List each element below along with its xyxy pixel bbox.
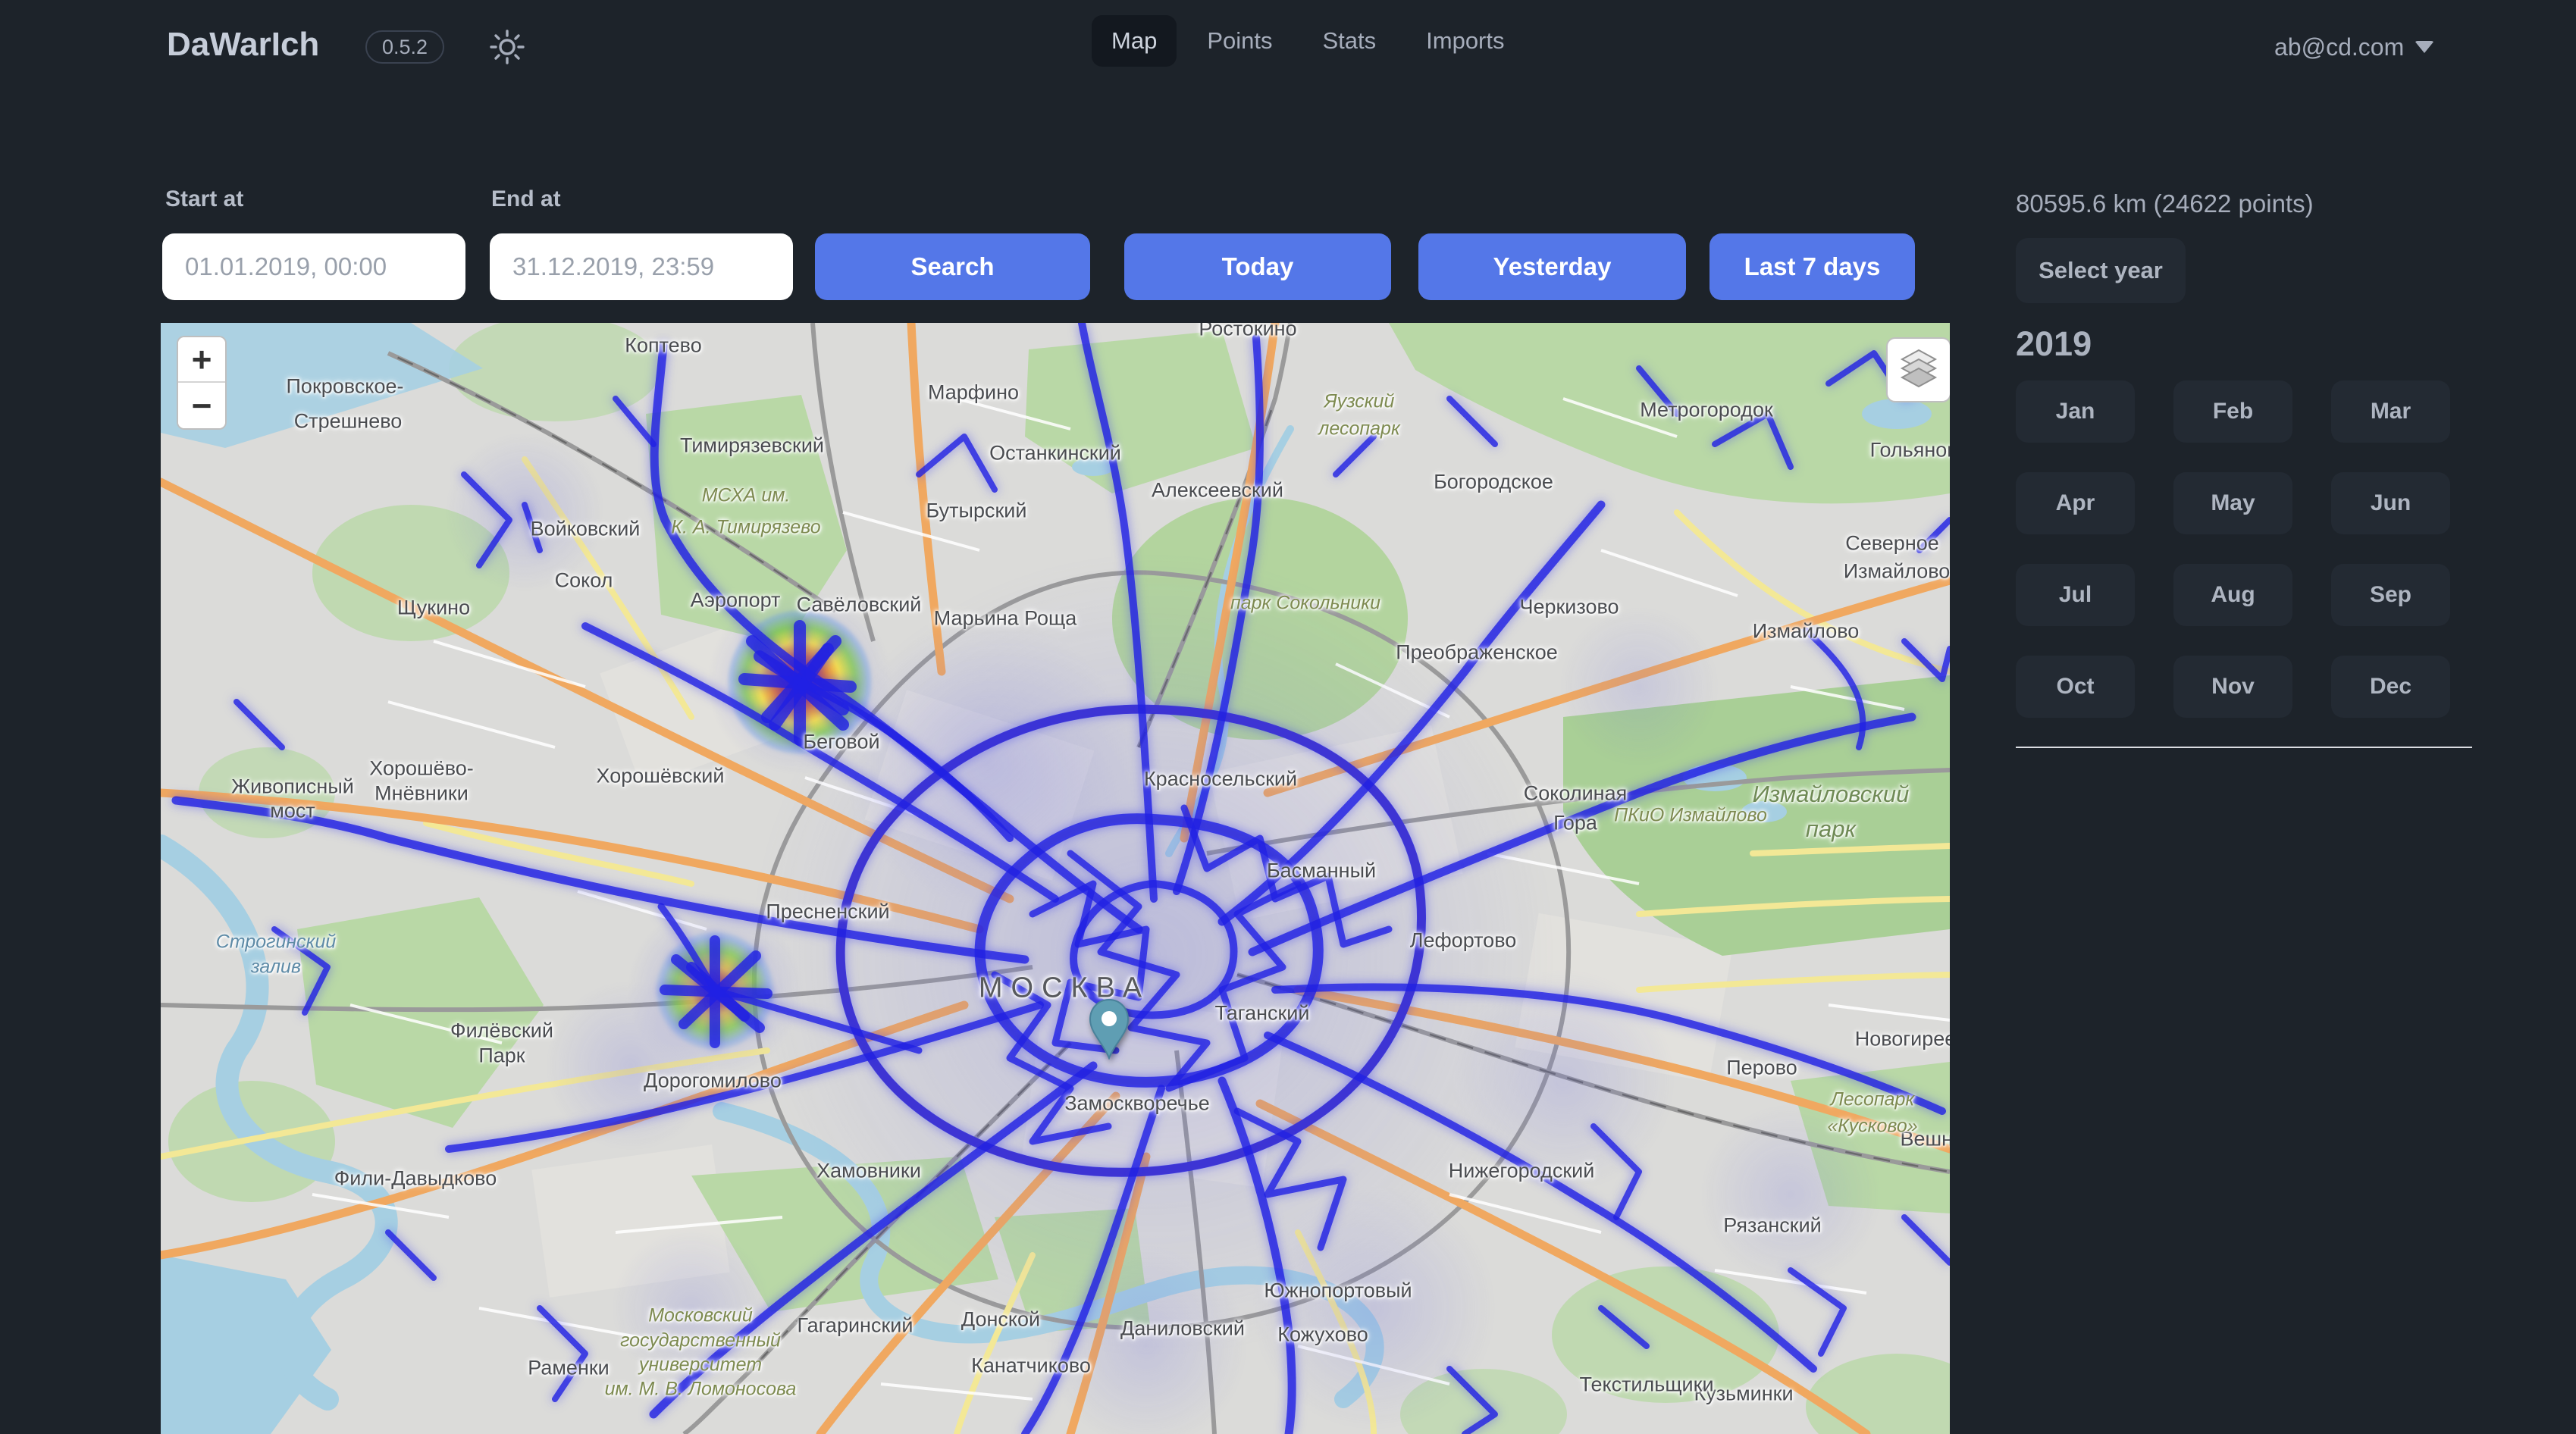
- end-date-input[interactable]: [490, 233, 793, 300]
- zoom-in-button[interactable]: +: [178, 337, 225, 383]
- sidebar-divider: [2016, 747, 2472, 748]
- app-logo: DaWarIch: [167, 26, 319, 64]
- theme-toggle-button[interactable]: [485, 26, 529, 70]
- version-badge: 0.5.2: [365, 30, 444, 64]
- layers-icon: [1899, 349, 1938, 392]
- tab-stats[interactable]: Stats: [1302, 15, 1396, 67]
- month-button-jul[interactable]: Jul: [2016, 564, 2135, 626]
- end-at-label: End at: [491, 186, 561, 212]
- month-button-may[interactable]: May: [2173, 472, 2292, 534]
- month-button-dec[interactable]: Dec: [2331, 656, 2450, 718]
- distance-points-summary: 80595.6 km (24622 points): [2016, 189, 2474, 218]
- month-button-aug[interactable]: Aug: [2173, 564, 2292, 626]
- user-menu[interactable]: ab@cd.com: [2274, 26, 2434, 68]
- month-button-feb[interactable]: Feb: [2173, 380, 2292, 443]
- main-nav: Map Points Stats Imports: [1092, 14, 1525, 68]
- month-button-nov[interactable]: Nov: [2173, 656, 2292, 718]
- location-marker[interactable]: [1089, 999, 1129, 1060]
- month-button-mar[interactable]: Mar: [2331, 380, 2450, 443]
- start-at-label: Start at: [165, 186, 243, 212]
- zoom-out-button[interactable]: −: [178, 383, 225, 428]
- layers-control[interactable]: [1886, 337, 1950, 402]
- last-7-days-button[interactable]: Last 7 days: [1709, 233, 1915, 300]
- zoom-control: + −: [177, 336, 227, 430]
- tab-points[interactable]: Points: [1187, 15, 1292, 67]
- user-email: ab@cd.com: [2274, 33, 2404, 61]
- chevron-down-icon: [2415, 41, 2434, 53]
- year-sidebar: 80595.6 km (24622 points) Select year 20…: [2016, 189, 2474, 748]
- month-button-jan[interactable]: Jan: [2016, 380, 2135, 443]
- select-year-button[interactable]: Select year: [2016, 238, 2186, 303]
- sun-icon: [489, 29, 525, 67]
- today-button[interactable]: Today: [1124, 233, 1391, 300]
- year-heading: 2019: [2016, 324, 2474, 364]
- month-button-jun[interactable]: Jun: [2331, 472, 2450, 534]
- month-button-oct[interactable]: Oct: [2016, 656, 2135, 718]
- month-button-apr[interactable]: Apr: [2016, 472, 2135, 534]
- tab-map[interactable]: Map: [1092, 15, 1177, 67]
- search-button[interactable]: Search: [815, 233, 1090, 300]
- start-date-input[interactable]: [162, 233, 465, 300]
- tab-imports[interactable]: Imports: [1406, 15, 1524, 67]
- gps-tracks-overlay: [161, 323, 1950, 1434]
- yesterday-button[interactable]: Yesterday: [1418, 233, 1686, 300]
- month-grid: Jan Feb Mar Apr May Jun Jul Aug Sep Oct …: [2016, 380, 2474, 718]
- map-canvas[interactable]: КоптевоПокровское-СтрешневоТимирязевский…: [161, 323, 1950, 1434]
- month-button-sep[interactable]: Sep: [2331, 564, 2450, 626]
